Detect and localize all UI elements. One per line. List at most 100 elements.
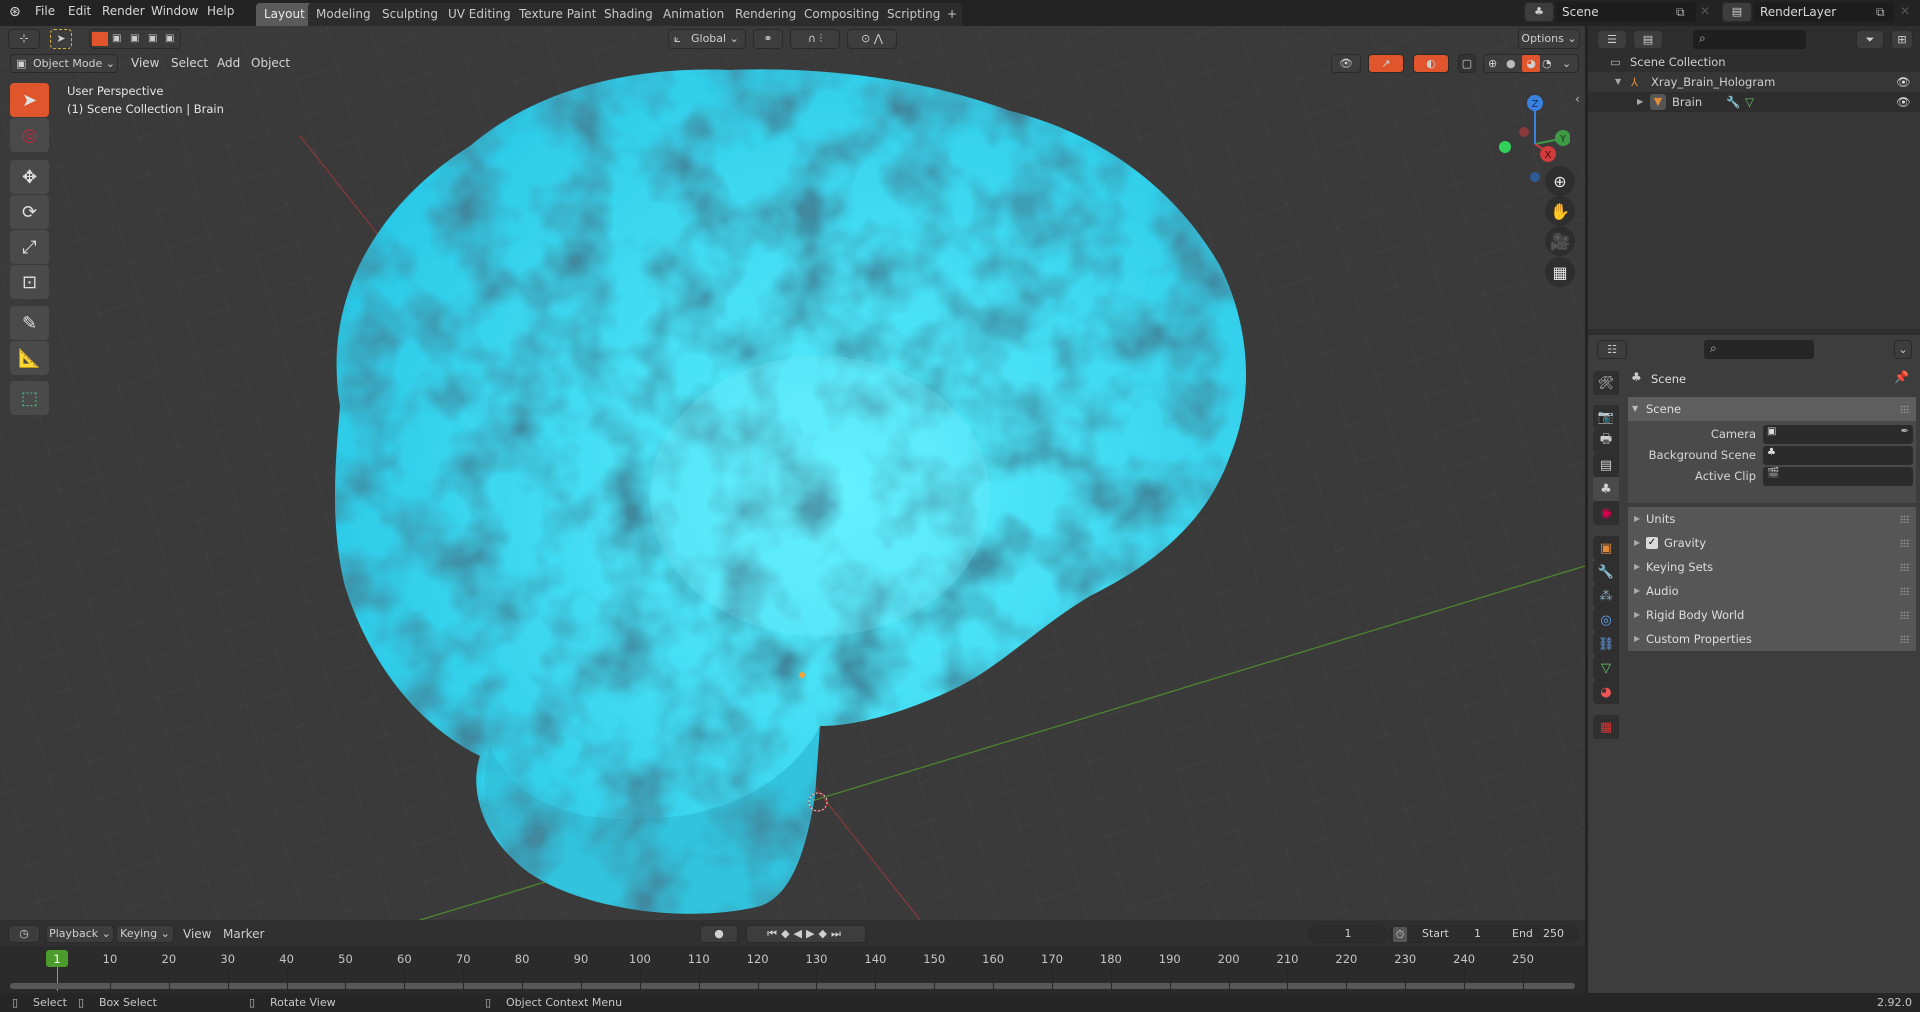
playback-dropdown[interactable]: Playback ⌄	[46, 925, 114, 943]
tab-modifiers[interactable]: 🔧	[1593, 560, 1619, 584]
scene-name-field[interactable]: Scene	[1556, 2, 1696, 22]
view-layer-field[interactable]: RenderLayer	[1754, 2, 1894, 22]
subpanel-rigid-body-world[interactable]: ▶ Rigid Body World	[1628, 603, 1916, 627]
tab-render[interactable]: 📷	[1593, 405, 1619, 429]
play-reverse-icon[interactable]: ◀	[794, 927, 806, 940]
tab-constraints[interactable]: ⛓	[1593, 632, 1619, 656]
timeline-editor-type-button[interactable]: ◷	[8, 925, 40, 943]
extend-selection-icon[interactable]: ▣	[112, 33, 121, 44]
new-selection-icon[interactable]	[92, 32, 108, 46]
sidebar-toggle-icon[interactable]: ‹	[1575, 92, 1580, 106]
wireframe-shading-icon[interactable]: ⊕	[1488, 55, 1497, 72]
view-layer-selector-button[interactable]: ▤	[1722, 2, 1752, 22]
outliner-row-scene-collection[interactable]: ▭ Scene Collection	[1588, 52, 1920, 72]
tab-uv-editing[interactable]: UV Editing	[440, 3, 519, 26]
drag-handle-icon[interactable]	[1900, 587, 1910, 595]
tool-transform[interactable]: ⊡	[10, 265, 49, 299]
menu-select[interactable]: Select	[171, 56, 208, 70]
menu-window[interactable]: Window	[151, 4, 198, 18]
drag-handle-icon[interactable]	[1900, 405, 1910, 413]
modifier-wrench-icon[interactable]: 🔧	[1726, 92, 1740, 112]
editor-type-button[interactable]: ⊹	[8, 29, 40, 49]
gizmo-toggle[interactable]: ↗	[1368, 54, 1404, 73]
tab-world[interactable]: ◉	[1593, 501, 1619, 525]
tab-object-data[interactable]: ▽	[1593, 656, 1619, 680]
current-frame-field[interactable]: 1	[1308, 925, 1388, 943]
brain-mesh[interactable]	[0, 26, 1585, 920]
subpanel-keying-sets[interactable]: ▶ Keying Sets	[1628, 555, 1916, 579]
view-layer-mode-button[interactable]: ▤	[1633, 30, 1663, 49]
visibility-eye-icon[interactable]: 👁	[1896, 72, 1911, 92]
pin-icon[interactable]: 📌	[1894, 370, 1909, 384]
timeline-menu-marker[interactable]: Marker	[223, 927, 264, 941]
shading-mode-buttons[interactable]: ⊕ ● ◕ ◔ ⌄	[1483, 54, 1579, 73]
tab-rendering[interactable]: Rendering	[727, 3, 805, 26]
invert-selection-icon[interactable]: ▣	[148, 33, 157, 44]
mesh-data-icon[interactable]: ▽	[1745, 92, 1754, 112]
tool-scale[interactable]: ⤢	[10, 230, 49, 264]
stopwatch-icon[interactable]: ⏱	[1393, 927, 1407, 942]
drag-handle-icon[interactable]	[1900, 515, 1910, 523]
zoom-view-button[interactable]: ⊕	[1545, 166, 1575, 196]
menu-render[interactable]: Render	[102, 4, 145, 18]
jump-start-icon[interactable]: ⏮	[767, 927, 781, 940]
tool-select-box[interactable]: ➤	[10, 83, 49, 117]
snap-toggle[interactable]: ∩ ⫶	[790, 29, 840, 49]
collapse-arrow-icon[interactable]: ▶	[1637, 92, 1643, 112]
outliner-display-mode-button[interactable]: ☰	[1597, 30, 1627, 49]
add-workspace-button[interactable]: +	[942, 3, 963, 26]
outliner[interactable]: ☰ ▤ ⌕ ⏷ ⊞ ▭ Scene Collection ▼ ⅄ Xray_Br…	[1588, 26, 1920, 335]
gravity-checkbox[interactable]: ✓	[1646, 537, 1658, 549]
play-icon[interactable]: ▶	[806, 927, 818, 940]
copy-scene-icon[interactable]: ⧉	[1676, 5, 1685, 20]
subpanel-units[interactable]: ▶ Units	[1628, 507, 1916, 531]
new-collection-button[interactable]: ⊞	[1891, 30, 1913, 49]
proportional-edit-toggle[interactable]: ⊙ ⋀	[847, 29, 897, 49]
overlays-toggle[interactable]: ◐	[1413, 54, 1449, 73]
menu-file[interactable]: File	[35, 4, 55, 18]
tab-tool[interactable]: 🛠	[1593, 371, 1619, 395]
tab-sculpting[interactable]: Sculpting	[374, 3, 447, 26]
properties-search-input[interactable]: ⌕	[1704, 340, 1814, 359]
visibility-dropdown[interactable]: 👁	[1331, 54, 1361, 73]
tab-shading[interactable]: Shading	[596, 3, 661, 26]
tab-layout[interactable]: Layout	[256, 3, 313, 26]
tab-material[interactable]: ◕	[1593, 680, 1619, 704]
tool-add-cube[interactable]: ⬚	[10, 381, 49, 415]
drag-handle-icon[interactable]	[1900, 539, 1910, 547]
rendered-shading-icon[interactable]: ◔	[1542, 55, 1552, 72]
outliner-search-input[interactable]: ⌕	[1693, 30, 1806, 49]
pan-view-button[interactable]: ✋	[1545, 196, 1575, 226]
tab-scripting[interactable]: Scripting	[879, 3, 949, 26]
menu-view[interactable]: View	[131, 56, 159, 70]
filter-dropdown[interactable]: ⏷	[1856, 30, 1884, 49]
tool-move[interactable]: ✥	[10, 160, 49, 194]
3d-viewport[interactable]: ➤ ◎ ✥ ⟳ ⤢ ⊡ ✎ 📐 ⬚ ⊹ ➤ ▣ ▣ ▣ ▣ ⟀ Global ⌄…	[0, 26, 1585, 920]
active-clip-field[interactable]: 🎬	[1763, 467, 1913, 486]
tool-measure[interactable]: 📐	[10, 341, 49, 375]
tool-rotate[interactable]: ⟳	[10, 195, 49, 229]
visibility-eye-icon[interactable]: 👁	[1896, 92, 1911, 112]
options-dropdown[interactable]: Options ⌄	[1518, 29, 1580, 49]
tab-scene[interactable]: ♣	[1593, 477, 1619, 501]
menu-edit[interactable]: Edit	[68, 4, 91, 18]
subpanel-audio[interactable]: ▶ Audio	[1628, 579, 1916, 603]
timeline-scrollbar[interactable]	[10, 983, 1575, 989]
tab-animation[interactable]: Animation	[655, 3, 733, 26]
menu-add[interactable]: Add	[217, 56, 240, 70]
camera-field[interactable]: ▣ ✒	[1763, 425, 1913, 444]
blender-logo-icon[interactable]: ⊛	[9, 4, 21, 20]
outliner-row-brain[interactable]: ▶ ▼ Brain 🔧 ▽ 👁	[1588, 92, 1920, 112]
xray-toggle[interactable]: ▢	[1458, 54, 1476, 73]
end-frame-field[interactable]: 250	[1543, 926, 1564, 942]
copy-view-layer-icon[interactable]: ⧉	[1876, 5, 1885, 20]
subpanel-custom-properties[interactable]: ▶ Custom Properties	[1628, 627, 1916, 651]
auto-keying-toggle[interactable]: ●	[700, 925, 738, 943]
tab-view-layer[interactable]: ▤	[1593, 453, 1619, 477]
drag-handle-icon[interactable]	[1900, 611, 1910, 619]
drag-handle-icon[interactable]	[1900, 563, 1910, 571]
subpanel-gravity[interactable]: ▶ ✓ Gravity	[1628, 531, 1916, 555]
drag-handle-icon[interactable]	[1900, 635, 1910, 643]
tab-modeling[interactable]: Modeling	[308, 3, 379, 26]
active-tool-button[interactable]: ➤	[50, 29, 72, 49]
